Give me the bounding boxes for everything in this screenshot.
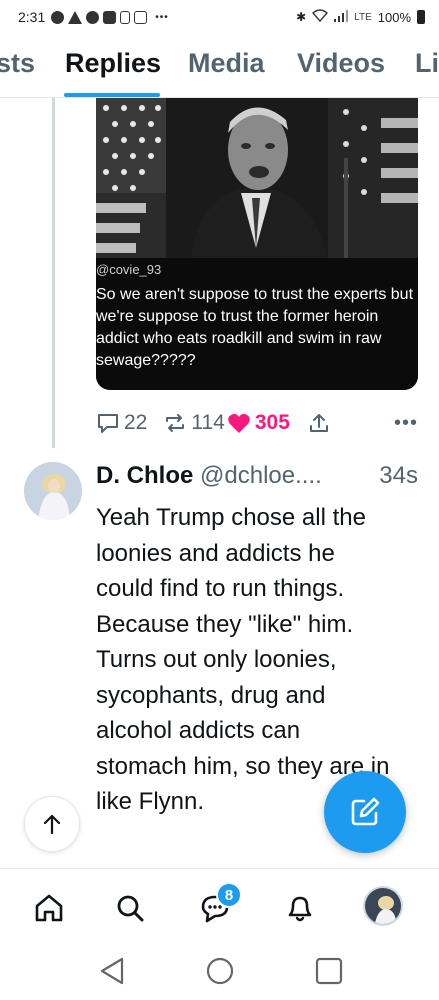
arrow-up-icon [43,814,61,835]
bluetooth-icon: ✱ [296,10,307,24]
tab-replies[interactable]: Replies [65,48,161,79]
status-system-icons: ✱ LTE 100% [296,9,425,25]
screen-icon [134,10,148,24]
repost-count: 114 [191,411,225,434]
tab-posts[interactable]: sts [0,48,35,79]
repost-icon [166,414,185,432]
tab-videos[interactable]: Videos [297,48,385,79]
reply-icon [98,414,118,433]
reply-count: 22 [124,411,148,434]
system-back-button[interactable] [98,956,126,991]
nav-home[interactable] [30,889,68,927]
post-action-bar: 22 114 305 ••• [96,408,418,438]
back-triangle-icon [100,957,124,985]
share-button[interactable] [308,412,330,434]
notification-icon [51,10,65,24]
profile-tabs: sts Replies Media Videos Li [0,34,439,98]
recents-square-icon [315,957,343,985]
reply-text: Yeah Trump chose all the loonies and add… [96,504,390,815]
flag-right [328,98,418,263]
notifications-icon [288,896,312,922]
reply-button[interactable]: 22 [96,411,147,435]
post-timestamp: 34s [379,462,418,489]
more-dots-icon: ••• [155,11,169,23]
more-options-button[interactable]: ••• [394,412,418,435]
flag-left [96,98,166,263]
active-tab-indicator [64,93,160,97]
signal-icon [334,9,349,25]
meme-caption: So we aren't suppose to trust the expert… [96,286,414,369]
thread-line [52,98,55,448]
tab-media[interactable]: Media [188,48,265,79]
avatar-image [24,462,82,520]
scroll-to-top-button[interactable] [24,796,80,852]
messages-badge: 8 [216,882,242,908]
reply-header: D. Chloe @dchloe.... 34s [96,462,426,490]
tab-likes[interactable]: Li [415,48,439,79]
home-icon [35,894,63,922]
system-home-button[interactable] [205,956,235,991]
home-circle-icon [206,957,234,985]
nav-profile-avatar[interactable] [363,886,403,926]
like-button[interactable]: 305 [227,411,290,435]
battery-percent: 100% [377,9,411,25]
system-recents-button[interactable] [314,956,344,991]
wifi-icon [312,9,329,25]
heart-icon [228,413,250,433]
avatar[interactable] [24,462,82,520]
compose-icon [351,797,380,826]
system-nav-bar [0,946,439,1000]
meme-author-handle: @covie_93 [96,262,162,277]
share-icon [309,414,328,432]
like-count: 305 [254,411,290,434]
author-handle[interactable]: @dchloe.... [200,462,322,489]
status-time: 2:31 [18,9,46,25]
status-notification-icons: ••• [51,10,169,24]
post-media-image[interactable]: @covie_93 So we aren't suppose to trust … [96,98,418,390]
status-bar: 2:31 ••• ✱ LTE 100% [0,0,439,34]
search-icon [117,895,144,922]
nav-notifications[interactable] [281,889,319,927]
sim-icon [120,10,131,24]
nav-search[interactable] [111,889,149,927]
battery-icon [417,10,425,24]
network-type: LTE [354,11,372,23]
more-dots-icon: ••• [393,411,418,434]
youtube-icon [103,10,117,24]
warning-icon [68,10,83,24]
compose-button[interactable] [324,771,406,853]
repost-button[interactable]: 114 [163,411,225,435]
author-name[interactable]: D. Chloe [96,462,193,489]
notification-icon [86,10,100,24]
